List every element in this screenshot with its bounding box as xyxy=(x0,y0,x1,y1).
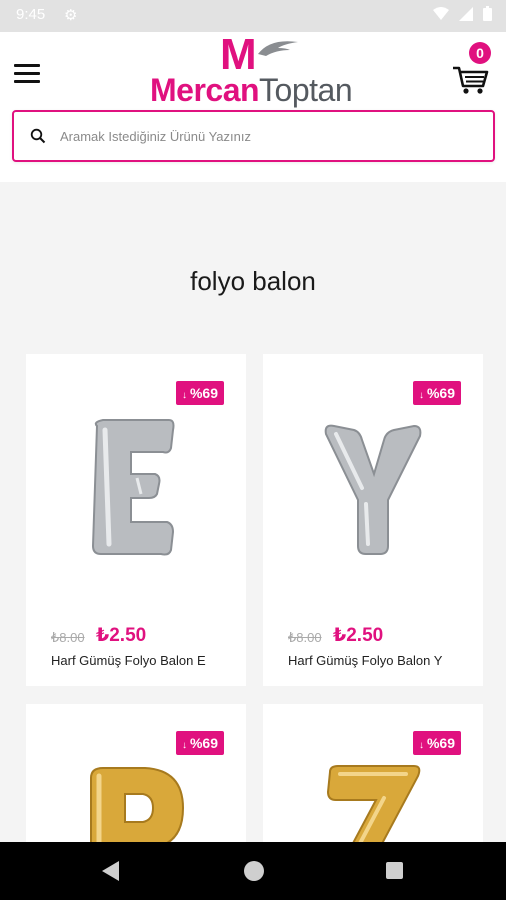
battery-icon xyxy=(483,6,492,21)
product-card[interactable]: ↓ %69 ₺8.00 ₺2.50 Harf Gümüş Folyo Balon … xyxy=(263,354,483,686)
discount-badge: ↓ %69 xyxy=(175,381,224,405)
discount-value: %69 xyxy=(426,385,455,401)
status-icons xyxy=(433,6,492,21)
arrow-down-icon: ↓ xyxy=(181,390,187,401)
product-card[interactable]: ↓ %69 xyxy=(263,704,483,844)
product-image-letter-p[interactable] xyxy=(81,762,191,844)
system-nav-bar xyxy=(0,842,506,900)
status-time: 9:45 xyxy=(16,6,46,23)
arrow-down-icon: ↓ xyxy=(418,740,424,751)
product-name[interactable]: Harf Gümüş Folyo Balon E xyxy=(51,653,206,668)
arrow-down-icon: ↓ xyxy=(418,390,424,401)
old-price: ₺8.00 xyxy=(288,630,322,645)
back-icon[interactable] xyxy=(102,861,119,881)
logo-text-mercan: Mercan xyxy=(150,72,260,108)
page-title: folyo balon xyxy=(190,266,316,296)
logo-wing-icon xyxy=(258,41,298,56)
discount-value: %69 xyxy=(189,735,218,751)
product-image-letter-e[interactable] xyxy=(81,412,191,562)
logo-text: MercanToptan xyxy=(150,72,353,109)
product-image-letter-y[interactable] xyxy=(318,412,428,562)
wifi-icon xyxy=(433,6,449,20)
product-card[interactable]: ↓ %69 xyxy=(26,704,246,844)
search-input[interactable] xyxy=(60,128,460,144)
settings-icon: ⚙ xyxy=(64,7,78,24)
price: ₺2.50 xyxy=(333,625,384,646)
signal-icon xyxy=(459,6,473,21)
discount-value: %69 xyxy=(426,735,455,751)
product-card[interactable]: ↓ %69 ₺8.00 ₺2.50 Harf Gümüş Folyo Balon … xyxy=(26,354,246,686)
logo-text-toptan: Toptan xyxy=(259,72,353,108)
cart-count-badge: 0 xyxy=(469,42,491,64)
recent-apps-icon[interactable] xyxy=(386,862,403,879)
discount-badge: ↓ %69 xyxy=(412,731,461,755)
arrow-down-icon: ↓ xyxy=(181,740,187,751)
price: ₺2.50 xyxy=(96,625,147,646)
brand-logo[interactable]: M MercanToptan xyxy=(148,30,360,110)
old-price: ₺8.00 xyxy=(51,630,85,645)
app-header: M MercanToptan 0 xyxy=(0,30,506,182)
search-icon[interactable] xyxy=(30,128,46,144)
search-box xyxy=(12,110,495,162)
home-icon[interactable] xyxy=(244,861,264,881)
product-image-letter-z[interactable] xyxy=(318,762,428,844)
shopping-cart-icon[interactable] xyxy=(450,58,490,98)
discount-badge: ↓ %69 xyxy=(412,381,461,405)
hamburger-menu-icon[interactable] xyxy=(14,64,40,86)
product-name[interactable]: Harf Gümüş Folyo Balon Y xyxy=(288,653,442,668)
discount-value: %69 xyxy=(189,385,218,401)
discount-badge: ↓ %69 xyxy=(175,731,224,755)
status-bar: 9:45 ⚙ xyxy=(0,0,506,32)
